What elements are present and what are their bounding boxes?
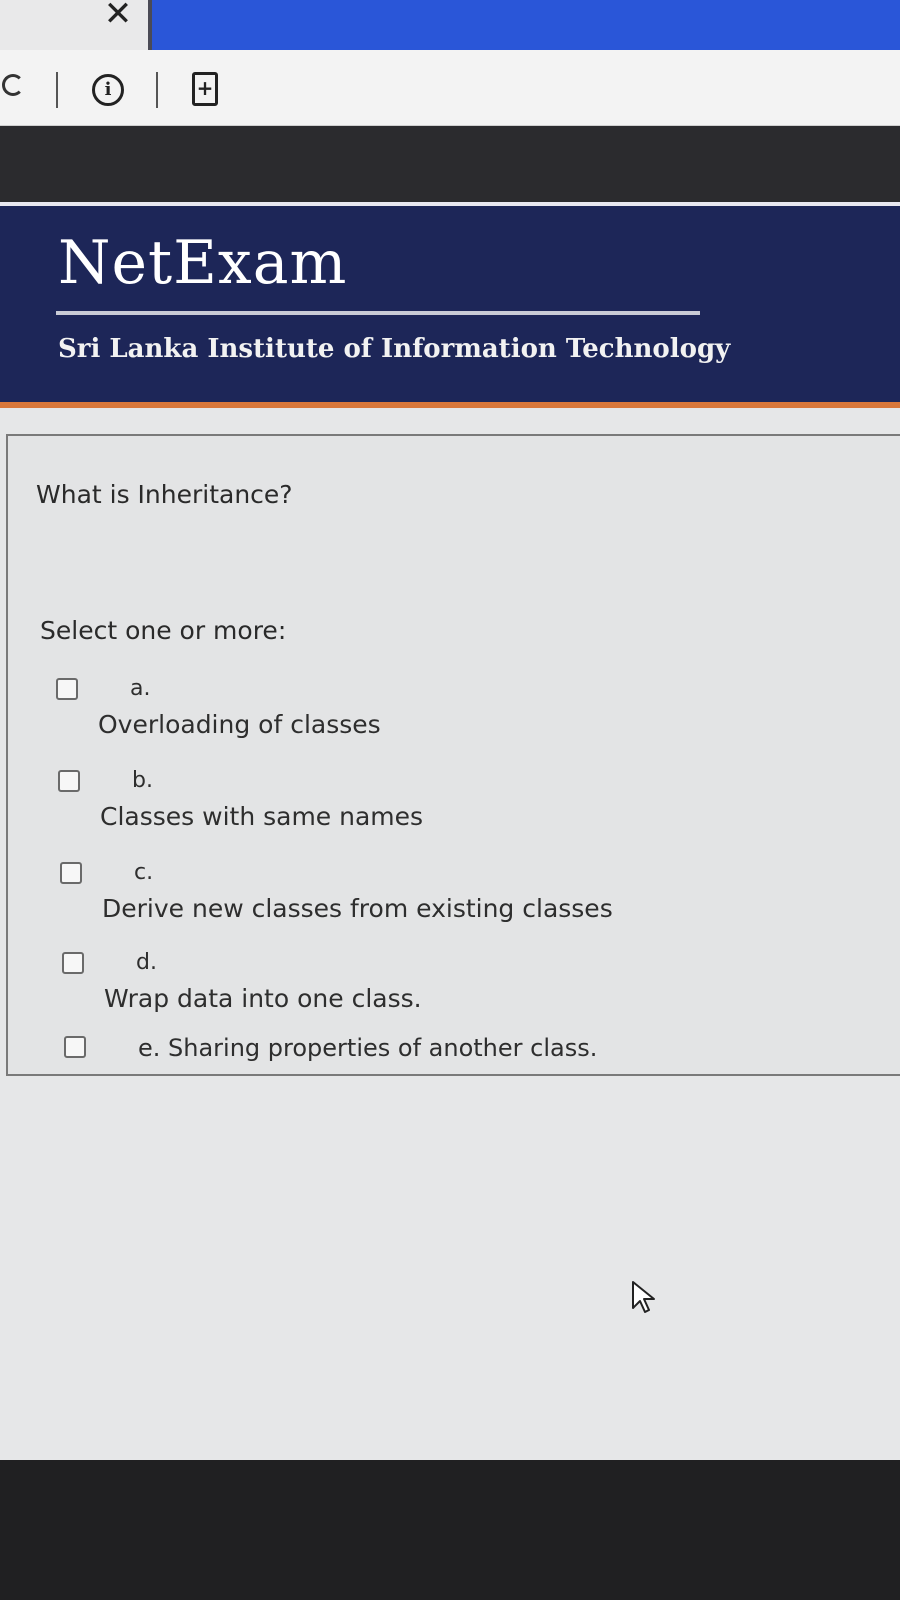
option-letter: b. bbox=[132, 768, 153, 793]
option-letter: d. bbox=[136, 950, 157, 975]
option-text[interactable]: Wrap data into one class. bbox=[104, 984, 422, 1013]
question-text: What is Inheritance? bbox=[36, 480, 293, 509]
logo-underline bbox=[56, 311, 700, 315]
active-tab[interactable] bbox=[152, 0, 900, 50]
option-text[interactable]: Classes with same names bbox=[100, 802, 423, 831]
checkbox-icon[interactable] bbox=[62, 952, 84, 974]
toolbar-separator bbox=[56, 72, 58, 108]
answer-prompt: Select one or more: bbox=[40, 616, 287, 645]
site-header: NetExam Sri Lanka Institute of Informati… bbox=[0, 206, 900, 402]
mouse-pointer-icon bbox=[632, 1281, 655, 1313]
option-text[interactable]: e. Sharing properties of another class. bbox=[138, 1034, 597, 1062]
screen-bezel bbox=[0, 1460, 900, 1600]
browser-bookmarks-bar bbox=[0, 126, 900, 202]
checkbox-icon[interactable] bbox=[56, 678, 78, 700]
question-panel: What is Inheritance? Select one or more:… bbox=[6, 434, 900, 1076]
option-letter: c. bbox=[134, 860, 154, 885]
checkbox-icon[interactable] bbox=[64, 1036, 86, 1058]
checkbox-icon[interactable] bbox=[58, 770, 80, 792]
checkbox-icon[interactable] bbox=[60, 862, 82, 884]
close-icon[interactable]: ✕ bbox=[100, 0, 136, 31]
site-logo[interactable]: NetExam bbox=[58, 228, 347, 298]
page-content: What is Inheritance? Select one or more:… bbox=[0, 408, 900, 1460]
browser-tab-bar: ✕ bbox=[0, 0, 900, 50]
option-text[interactable]: Overloading of classes bbox=[98, 710, 381, 739]
add-page-icon[interactable]: + bbox=[192, 72, 218, 106]
browser-toolbar: i + bbox=[0, 50, 900, 126]
reload-icon[interactable] bbox=[2, 74, 24, 96]
info-icon[interactable]: i bbox=[92, 74, 124, 106]
toolbar-separator bbox=[156, 72, 158, 108]
option-text[interactable]: Derive new classes from existing classes bbox=[102, 894, 613, 923]
institute-name: Sri Lanka Institute of Information Techn… bbox=[58, 334, 731, 364]
option-letter: a. bbox=[130, 676, 151, 701]
